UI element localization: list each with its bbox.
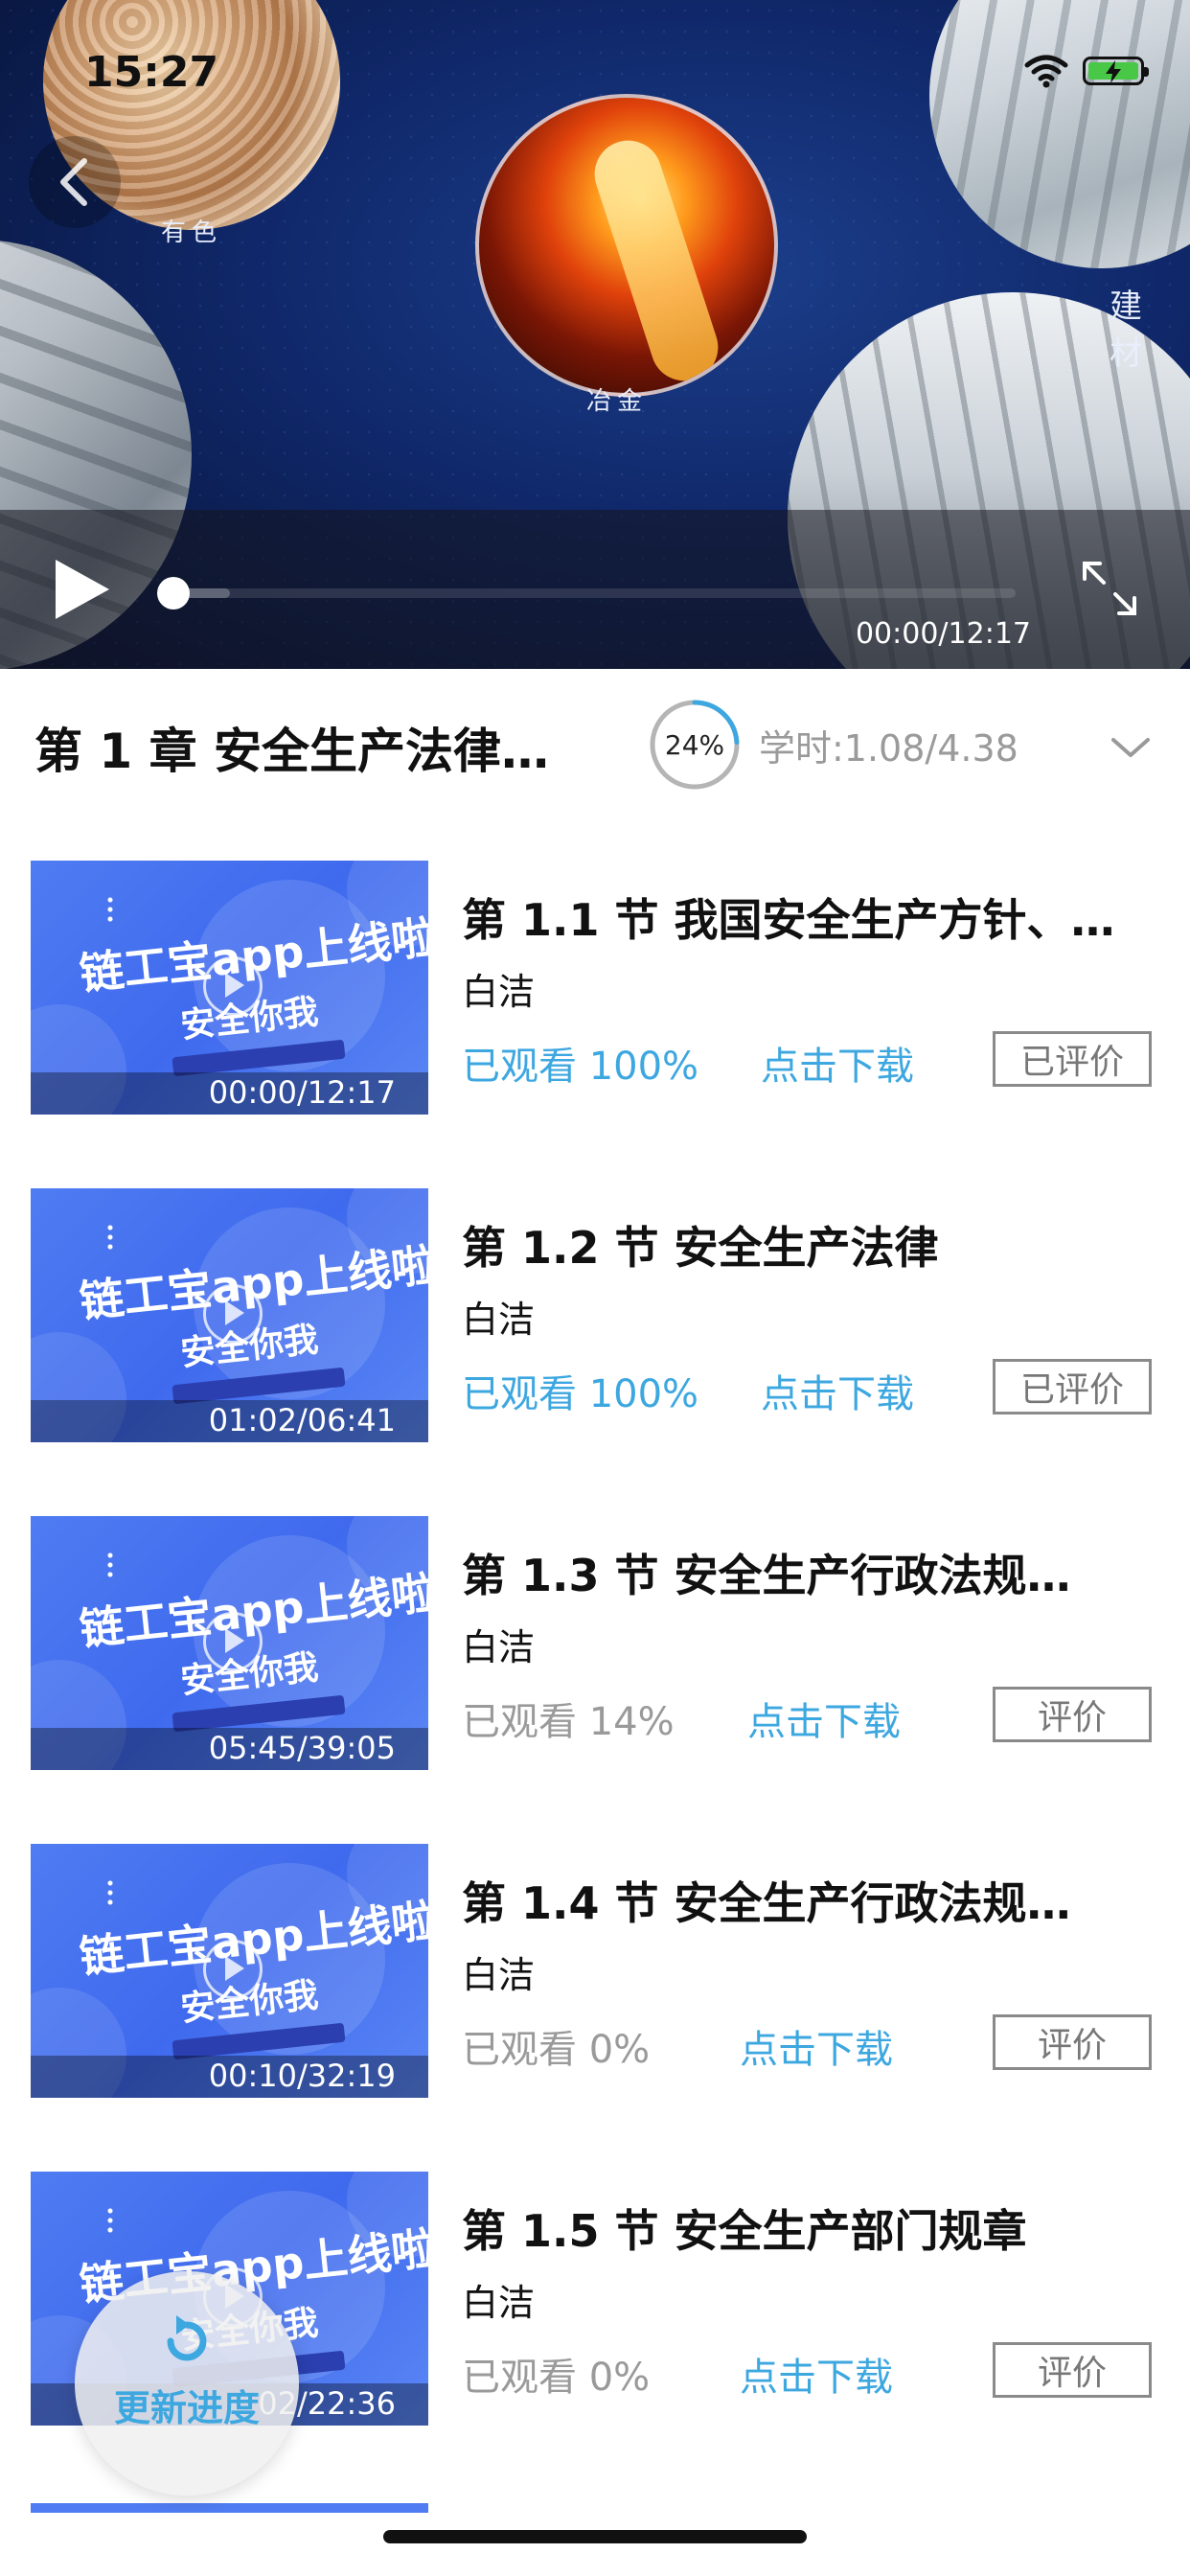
lesson-duration: 05:45/39:05 [208, 1730, 396, 1766]
lesson-duration: 01:02/06:41 [208, 1402, 396, 1438]
lesson-author: 白洁 [462, 971, 536, 1013]
lesson-item-2[interactable]: 链工宝app上线啦! 安全你我 01:02/06:41 第 1.2 节 安全生产… [0, 1188, 1190, 1516]
lesson-title: 第 1.2 节 安全生产法律 [462, 1222, 939, 1274]
seek-bar[interactable] [172, 588, 1016, 598]
refresh-icon [167, 2315, 207, 2361]
lesson-thumbnail[interactable]: 链工宝app上线啦! 安全你我 01:02/06:41 [31, 1188, 428, 1442]
play-circle-icon [203, 1940, 263, 1999]
battery-charging-icon [1083, 57, 1149, 85]
lesson-item-3[interactable]: 链工宝app上线啦! 安全你我 05:45/39:05 第 1.3 节 安全生产… [0, 1516, 1190, 1844]
status-icons [1023, 54, 1149, 88]
label-copper: 有色 [161, 218, 223, 247]
back-button[interactable] [29, 136, 121, 228]
lesson-progress: 已观看 0% [462, 2356, 651, 2400]
lesson-progress: 已观看 14% [462, 1700, 675, 1744]
chevron-left-icon [60, 158, 87, 206]
play-icon[interactable] [48, 556, 115, 623]
rate-button[interactable]: 评价 [993, 2014, 1152, 2070]
home-indicator [383, 2530, 807, 2543]
play-circle-icon [203, 956, 263, 1016]
lesson-title: 第 1.3 节 安全生产行政法规… [462, 1550, 1071, 1601]
fullscreen-icon[interactable] [1079, 558, 1140, 619]
wifi-icon [1024, 55, 1068, 88]
lesson-title: 第 1.1 节 我国安全生产方针、… [462, 894, 1115, 946]
download-link[interactable]: 点击下载 [747, 1690, 901, 1746]
status-time: 15:27 [84, 48, 219, 97]
chapter-header[interactable]: 第 1 章 安全生产法律… 24% 学时:1.08/4.38 [0, 669, 1190, 822]
chapter-progress-text: 24% [664, 728, 725, 761]
rate-button[interactable]: 已评价 [993, 1359, 1152, 1414]
lesson-title: 第 1.4 节 安全生产行政法规… [462, 1877, 1071, 1929]
lesson-thumbnail[interactable]: 链工宝app上线啦! 安全你我 00:00/12:17 [31, 861, 428, 1115]
lesson-author: 白洁 [462, 1299, 536, 1341]
download-link[interactable]: 点击下载 [740, 2018, 893, 2074]
status-bar: 15:27 [0, 0, 1190, 144]
lesson-title: 第 1.5 节 安全生产部门规章 [462, 2205, 1027, 2257]
video-player[interactable]: 有色 冶金 建 材 15:27 00:00/12:17 [0, 0, 1190, 669]
player-controls: 00:00/12:17 [0, 510, 1190, 669]
download-link[interactable]: 点击下载 [761, 1035, 914, 1091]
lesson-progress: 已观看 0% [462, 2028, 651, 2072]
download-link[interactable]: 点击下载 [761, 1363, 914, 1418]
play-circle-icon [203, 1284, 263, 1344]
play-circle-icon [203, 1612, 263, 1671]
rate-button[interactable]: 评价 [993, 2342, 1152, 2398]
lesson-author: 白洁 [462, 2282, 536, 2324]
lesson-item-1[interactable]: 链工宝app上线啦! 安全你我 00:00/12:17 第 1.1 节 我国安全… [0, 861, 1190, 1188]
study-hours: 学时:1.08/4.38 [759, 727, 1018, 770]
seek-thumb[interactable] [157, 577, 190, 610]
lesson-progress: 已观看 100% [462, 1045, 699, 1089]
chevron-down-icon[interactable] [1108, 724, 1154, 770]
lesson-thumbnail[interactable]: 链工宝app上线啦! 安全你我 05:45/39:05 [31, 1516, 428, 1770]
lesson-author: 白洁 [462, 1954, 536, 1996]
label-building: 建 材 [1110, 288, 1148, 373]
lesson-duration: 00:10/32:19 [208, 2058, 396, 2094]
lesson-thumbnail[interactable]: 链工宝app上线啦! 安全你我 00:10/32:19 [31, 1844, 428, 2098]
label-metallurgy: 冶金 [586, 387, 649, 416]
chapter-title: 第 1 章 安全生产法律… [34, 724, 550, 779]
rate-button[interactable]: 已评价 [993, 1031, 1152, 1087]
lesson-duration: 00:00/12:17 [208, 1074, 396, 1111]
next-lesson-thumbnail-peek [31, 2503, 428, 2513]
lesson-author: 白洁 [462, 1626, 536, 1668]
lesson-progress: 已观看 100% [462, 1372, 699, 1416]
update-progress-button[interactable]: 更新进度 [75, 2271, 299, 2496]
download-link[interactable]: 点击下载 [740, 2346, 893, 2402]
update-progress-label: 更新进度 [113, 2387, 260, 2429]
time-readout: 00:00/12:17 [855, 617, 1031, 651]
lesson-item-4[interactable]: 链工宝app上线啦! 安全你我 00:10/32:19 第 1.4 节 安全生产… [0, 1844, 1190, 2172]
rate-button[interactable]: 评价 [993, 1687, 1152, 1742]
